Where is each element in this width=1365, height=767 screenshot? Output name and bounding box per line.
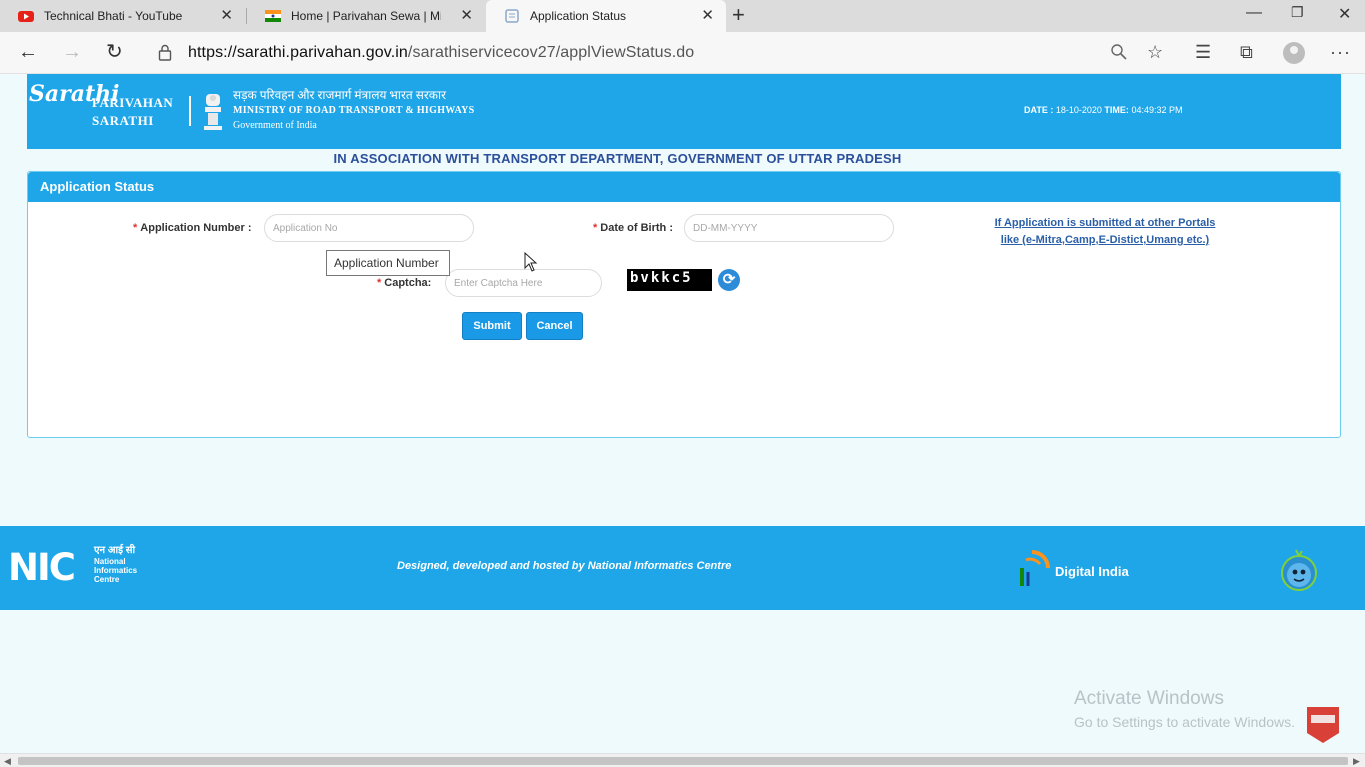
profile-avatar[interactable] bbox=[1283, 42, 1305, 64]
refresh-icon[interactable]: ↻ bbox=[106, 41, 123, 63]
favorites-list-icon[interactable]: ☰ bbox=[1195, 42, 1211, 62]
application-number-tooltip: Application Number bbox=[326, 250, 450, 276]
digital-india-logo-icon bbox=[1020, 550, 1050, 586]
parivahan-sarathi-logo-text: PARIVAHAN SARATHI bbox=[92, 95, 174, 128]
minimize-icon[interactable]: — bbox=[1246, 4, 1262, 22]
tab-title: Application Status bbox=[530, 9, 627, 23]
zoom-icon[interactable] bbox=[1110, 43, 1128, 61]
submit-button[interactable]: Submit bbox=[462, 312, 522, 340]
association-text: IN ASSOCIATION WITH TRANSPORT DEPARTMENT… bbox=[333, 151, 902, 166]
site-header: Sarathi PARIVAHAN SARATHI सड़क परिवहन और… bbox=[27, 74, 1341, 149]
forward-icon[interactable]: → bbox=[62, 41, 82, 63]
captcha-label: * Captcha: bbox=[377, 277, 432, 289]
scroll-left-icon[interactable]: ◀ bbox=[4, 754, 11, 767]
ministry-title: सड़क परिवहन और राजमार्ग मंत्रालय भारत सर… bbox=[233, 88, 475, 131]
application-number-label: * Application Number : bbox=[133, 222, 252, 234]
dob-input[interactable] bbox=[684, 214, 894, 242]
horizontal-scrollbar[interactable]: ◀ ▶ bbox=[0, 753, 1365, 767]
close-tab-icon[interactable]: ✕ bbox=[460, 8, 473, 24]
browser-tab-bar: Technical Bhati - YouTube ✕ Home | Pariv… bbox=[0, 0, 1365, 32]
favorite-star-icon[interactable]: ☆ bbox=[1147, 42, 1163, 62]
other-portals-link[interactable]: If Application is submitted at other Por… bbox=[985, 215, 1225, 249]
mascot-icon bbox=[1281, 549, 1317, 591]
footer-credit: Designed, developed and hosted by Nation… bbox=[397, 560, 732, 572]
new-tab-icon[interactable]: + bbox=[732, 4, 745, 26]
application-status-panel: Application Status bbox=[27, 171, 1341, 438]
application-number-input[interactable] bbox=[264, 214, 474, 242]
scroll-right-icon[interactable]: ▶ bbox=[1353, 754, 1360, 767]
mouse-cursor-icon bbox=[524, 252, 538, 272]
youtube-icon bbox=[18, 11, 34, 22]
dob-label: * Date of Birth : bbox=[593, 222, 674, 234]
captcha-refresh-icon[interactable]: ⟳ bbox=[718, 269, 740, 291]
scrollbar-thumb[interactable] bbox=[18, 757, 1348, 765]
panel-title: Application Status bbox=[28, 172, 1340, 202]
india-flag-icon bbox=[265, 10, 281, 22]
tab-parivahan[interactable]: Home | Parivahan Sewa | Ministr ✕ bbox=[247, 0, 485, 32]
close-tab-icon[interactable]: ✕ bbox=[220, 8, 233, 24]
national-emblem-icon bbox=[204, 94, 222, 130]
nic-logo: NIC bbox=[8, 546, 76, 589]
subscribe-badge-icon bbox=[1307, 707, 1339, 743]
captcha-image: bvkkc5 bbox=[627, 269, 712, 291]
tab-youtube[interactable]: Technical Bhati - YouTube ✕ bbox=[0, 0, 245, 32]
page-icon bbox=[505, 9, 519, 23]
close-tab-icon[interactable]: ✕ bbox=[701, 8, 714, 24]
tab-title: Technical Bhati - YouTube bbox=[44, 9, 183, 23]
site-footer: NIC एन आई सी National Informatics Centre… bbox=[0, 526, 1365, 610]
close-window-icon[interactable]: ✕ bbox=[1338, 4, 1351, 24]
logo-divider bbox=[189, 96, 191, 126]
activate-windows-watermark: Activate Windows Go to Settings to activ… bbox=[1074, 688, 1295, 730]
restore-icon[interactable]: ❐ bbox=[1291, 4, 1304, 21]
more-icon[interactable]: ··· bbox=[1330, 42, 1351, 62]
address-bar: ← → ↻ https://sarathi.parivahan.gov.in/s… bbox=[0, 32, 1365, 74]
nic-logo-caption: एन आई सी National Informatics Centre bbox=[94, 545, 138, 585]
date-time: DATE : 18-10-2020 TIME: 04:49:32 PM bbox=[1024, 105, 1183, 115]
cancel-button[interactable]: Cancel bbox=[526, 312, 583, 340]
digital-india-text: Digital India bbox=[1055, 564, 1129, 579]
tab-title: Home | Parivahan Sewa | Ministr bbox=[291, 9, 441, 23]
tab-application-status[interactable]: Application Status ✕ bbox=[486, 0, 726, 32]
url-field[interactable]: https://sarathi.parivahan.gov.in/sarathi… bbox=[188, 44, 694, 62]
collections-icon[interactable]: ⧉ bbox=[1240, 42, 1253, 62]
back-icon[interactable]: ← bbox=[18, 41, 38, 63]
lock-icon bbox=[158, 44, 172, 61]
captcha-input[interactable] bbox=[445, 269, 602, 297]
